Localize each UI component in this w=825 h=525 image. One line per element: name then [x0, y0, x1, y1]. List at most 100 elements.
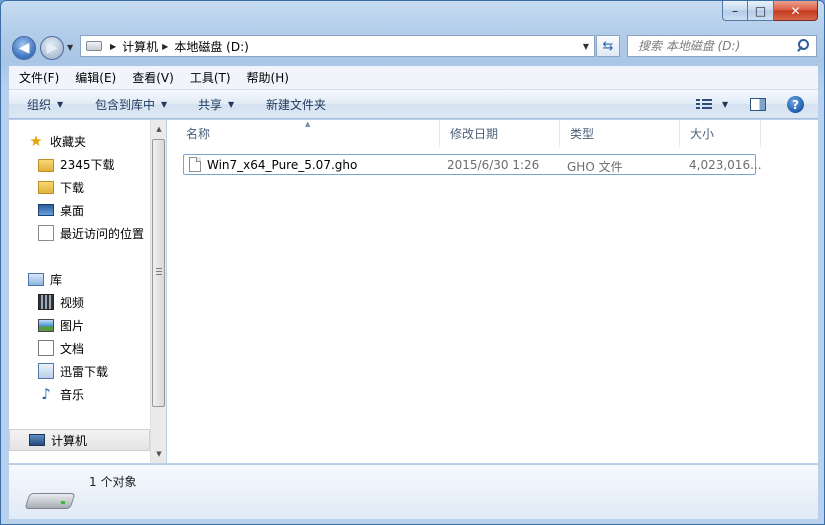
star-icon: ★ — [29, 132, 43, 150]
explorer-window: – □ ✕ ◀ ▶ ▼ ▶ 计算机 ▶ 本地磁盘 (D:) ▼ ⇆ 文件(F) … — [0, 0, 825, 525]
maximize-button[interactable]: □ — [748, 1, 774, 21]
address-bar[interactable]: ▶ 计算机 ▶ 本地磁盘 (D:) ▼ — [80, 35, 595, 57]
file-name: Win7_x64_Pure_5.07.gho — [207, 158, 358, 172]
nav-item-documents[interactable]: 文档 — [9, 337, 150, 359]
share-button[interactable]: 共享 ▼ — [198, 96, 234, 113]
chevron-down-icon[interactable]: ▼ — [722, 100, 728, 109]
hard-drive-icon — [24, 487, 76, 511]
scroll-down-icon[interactable]: ▼ — [151, 446, 167, 462]
file-size: 4,023,016... — [689, 158, 762, 172]
chevron-down-icon: ▼ — [57, 99, 64, 109]
breadcrumb-drive-d[interactable]: 本地磁盘 (D:) — [174, 38, 248, 55]
change-view-button[interactable]: ▼ — [696, 90, 728, 119]
nav-item-label: 下载 — [60, 180, 85, 195]
table-row[interactable]: Win7_x64_Pure_5.07.gho 2015/6/30 1:26 GH… — [183, 154, 762, 175]
item-count: 1 个对象 — [89, 475, 137, 489]
scrollbar-thumb[interactable] — [152, 139, 165, 407]
search-input[interactable] — [636, 38, 794, 54]
navigation-scrollbar[interactable]: ▲ ▼ — [150, 120, 166, 463]
menu-tools[interactable]: 工具(T) — [182, 69, 239, 86]
nav-item-downloads[interactable]: 下载 — [9, 176, 150, 198]
nav-item-videos[interactable]: 视频 — [9, 291, 150, 313]
address-dropdown-icon[interactable]: ▼ — [583, 42, 589, 51]
new-folder-label: 新建文件夹 — [266, 97, 327, 112]
view-list-icon — [696, 98, 712, 111]
nav-item-label: 桌面 — [60, 203, 85, 218]
scrollbar-grip — [156, 268, 162, 275]
recent-places-icon — [38, 225, 54, 241]
picture-library-icon — [38, 318, 54, 332]
include-in-library-label: 包含到库中 — [95, 97, 156, 112]
nav-computer[interactable]: 计算机 — [9, 429, 150, 451]
organize-label: 组织 — [27, 97, 52, 112]
new-folder-button[interactable]: 新建文件夹 — [266, 96, 326, 113]
organize-button[interactable]: 组织 ▼ — [27, 96, 63, 113]
back-button[interactable]: ◀ — [12, 36, 36, 60]
caption-buttons: – □ ✕ — [722, 1, 818, 21]
nav-item-label: 2345下载 — [60, 157, 115, 172]
document-library-icon — [38, 340, 54, 356]
column-header-label: 大小 — [690, 127, 715, 141]
nav-item-music[interactable]: ♪ 音乐 — [9, 383, 150, 405]
video-library-icon — [38, 294, 54, 310]
column-header-label: 名称 — [186, 127, 211, 141]
search-icon[interactable] — [794, 37, 812, 55]
forward-button[interactable]: ▶ — [40, 36, 64, 60]
nav-computer-label: 计算机 — [51, 433, 88, 448]
file-icon — [189, 157, 201, 172]
preview-pane-button[interactable] — [750, 90, 766, 119]
folder-icon — [38, 158, 54, 172]
desktop-icon — [38, 204, 54, 216]
menu-view[interactable]: 查看(V) — [124, 69, 182, 86]
menu-help[interactable]: 帮助(H) — [239, 69, 297, 86]
menu-file[interactable]: 文件(F) — [11, 69, 67, 86]
nav-libraries-label: 库 — [50, 272, 63, 287]
drive-address-icon — [86, 41, 102, 51]
include-in-library-button[interactable]: 包含到库中 ▼ — [95, 96, 167, 113]
downloads-folder-icon — [38, 180, 54, 194]
libraries-icon — [28, 272, 44, 286]
minimize-button[interactable]: – — [722, 1, 748, 21]
nav-item-label: 音乐 — [60, 387, 85, 402]
column-header-label: 修改日期 — [450, 127, 499, 141]
nav-item-2345-downloads[interactable]: 2345下载 — [9, 153, 150, 175]
nav-item-label: 视频 — [60, 295, 85, 310]
nav-item-xunlei-downloads[interactable]: 迅雷下载 — [9, 360, 150, 382]
chevron-right-icon[interactable]: ▶ — [162, 42, 168, 51]
breadcrumb-computer[interactable]: 计算机 — [122, 38, 158, 55]
search-box[interactable] — [627, 35, 817, 57]
computer-icon — [29, 434, 45, 446]
nav-item-label: 图片 — [60, 318, 85, 333]
recent-pages-dropdown[interactable]: ▼ — [67, 43, 73, 52]
nav-favorites-label: 收藏夹 — [50, 134, 87, 149]
menu-edit[interactable]: 编辑(E) — [67, 69, 124, 86]
help-button[interactable]: ? — [787, 90, 804, 119]
share-label: 共享 — [198, 97, 223, 112]
menu-bar: 文件(F) 编辑(E) 查看(V) 工具(T) 帮助(H) — [9, 66, 818, 90]
nav-item-pictures[interactable]: 图片 — [9, 314, 150, 336]
chevron-right-icon[interactable]: ▶ — [110, 42, 116, 51]
chevron-down-icon: ▼ — [161, 99, 168, 109]
nav-item-recent-places[interactable]: 最近访问的位置 — [9, 222, 150, 244]
nav-item-label: 文档 — [60, 341, 85, 356]
refresh-button[interactable]: ⇆ — [596, 35, 620, 57]
chevron-down-icon: ▼ — [228, 99, 235, 109]
column-header-type[interactable]: 类型 — [560, 120, 680, 147]
file-type: GHO 文件 — [567, 160, 623, 174]
preview-pane-icon — [750, 98, 766, 111]
back-arrow-icon: ◀ — [18, 40, 30, 56]
scroll-up-icon[interactable]: ▲ — [151, 121, 167, 137]
nav-item-label: 最近访问的位置 — [60, 226, 145, 241]
close-button[interactable]: ✕ — [774, 1, 818, 21]
column-header-label: 类型 — [570, 127, 595, 141]
forward-arrow-icon: ▶ — [46, 40, 58, 56]
file-modified: 2015/6/30 1:26 — [447, 158, 540, 172]
nav-item-desktop[interactable]: 桌面 — [9, 199, 150, 221]
column-header-date-modified[interactable]: 修改日期 — [440, 120, 560, 147]
nav-libraries[interactable]: 库 — [9, 268, 150, 290]
column-header-size[interactable]: 大小 — [680, 120, 761, 147]
file-list: ▲ 名称 修改日期 类型 大小 Win7_x64_Pure_5.07.gho 2… — [167, 120, 818, 463]
column-header-name[interactable]: 名称 — [176, 120, 440, 147]
nav-favorites[interactable]: ★ 收藏夹 — [9, 130, 150, 152]
navigation-pane: ★ 收藏夹 2345下载 下载 桌面 最近访问的位置 库 视频 图片 文档 迅雷… — [9, 120, 150, 463]
